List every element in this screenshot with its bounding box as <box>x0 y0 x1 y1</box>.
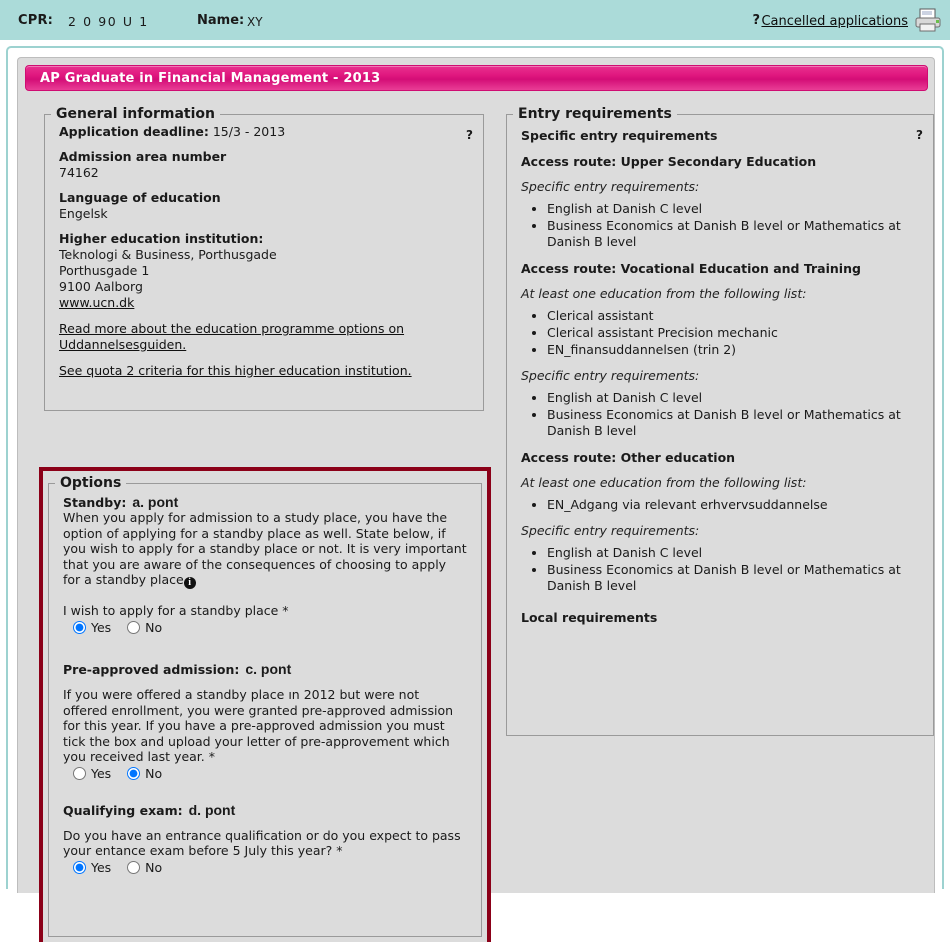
admission-area-label: Admission area number <box>59 149 227 164</box>
entry-requirements-heading: Specific entry requirements <box>521 128 718 143</box>
preapproved-heading: Pre-approved admission: <box>63 662 240 677</box>
requirement-list: Clerical assistant Clerical assistant Pr… <box>521 308 919 358</box>
standby-no-label[interactable]: No <box>145 620 162 635</box>
list-item: Business Economics at Danish B level or … <box>547 562 919 594</box>
preapproved-radio-group[interactable]: Yes No <box>73 766 467 781</box>
printer-icon[interactable] <box>914 8 944 34</box>
language-label: Language of education <box>59 190 221 205</box>
qualifying-no-label[interactable]: No <box>145 860 162 875</box>
preapproved-yes-radio[interactable] <box>73 766 86 780</box>
name-value: XY <box>247 15 263 29</box>
application-deadline-label: Application deadline: <box>59 124 209 139</box>
options-panel: Options Standby: a. pont When you apply f… <box>48 475 482 937</box>
standby-yes-label[interactable]: Yes <box>91 620 111 635</box>
preapproved-description: If you were offered a standby place ın 2… <box>63 687 454 764</box>
requirement-caption: Specific entry requirements: <box>521 523 700 538</box>
list-item: Business Economics at Danish B level or … <box>547 218 919 250</box>
qualifying-description: Do you have an entrance qualification or… <box>63 827 461 859</box>
local-requirements-heading: Local requirements <box>521 610 658 625</box>
qualifying-heading-row: Qualifying exam: d. pont <box>63 802 467 818</box>
requirement-list: EN_Adgang via relevant erhvervsuddannels… <box>521 497 919 513</box>
requirement-list: English at Danish C level Business Econo… <box>521 390 919 439</box>
admission-area-value: 74162 <box>59 165 99 180</box>
list-item: English at Danish C level <box>547 545 919 561</box>
programme-title-bar: AP Graduate in Financial Management - 20… <box>25 65 928 91</box>
requirement-caption: At least one education from the followin… <box>521 475 807 490</box>
help-icon-entry-requirements[interactable]: ? <box>916 128 923 142</box>
standby-heading-row: Standby: a. pont <box>63 494 467 510</box>
list-item: EN_Adgang via relevant erhvervsuddannels… <box>547 497 919 513</box>
institution-label: Higher education institution: <box>59 231 264 246</box>
list-item: English at Danish C level <box>547 390 919 406</box>
preapproved-no-radio[interactable] <box>127 766 141 780</box>
preapproved-annotation: c. pont <box>245 661 292 677</box>
qualifying-radio-group[interactable]: Yes No <box>73 860 467 875</box>
list-item: EN_finansuddannelsen (trin 2) <box>547 342 919 358</box>
general-information-panel: General information ? Application deadli… <box>44 106 484 411</box>
requirement-caption: At least one education from the followin… <box>521 286 807 301</box>
content-panel: AP Graduate in Financial Management - 20… <box>17 57 935 942</box>
options-highlight-border: Options Standby: a. pont When you apply f… <box>39 467 491 942</box>
institution-city: 9100 Aalborg <box>59 279 143 294</box>
requirement-list: English at Danish C level Business Econo… <box>521 545 919 594</box>
access-route-title: Access route: Upper Secondary Education <box>521 154 817 169</box>
standby-radio-group[interactable]: Yes No <box>73 620 467 635</box>
preapproved-no-label[interactable]: No <box>145 766 162 781</box>
entry-requirements-panel: Entry requirements ? Specific entry requ… <box>506 106 934 736</box>
standby-question: I wish to apply for a standby place * <box>63 603 289 618</box>
qualifying-annotation: d. pont <box>188 801 236 818</box>
cancelled-applications-link[interactable]: Cancelled applications <box>761 14 908 29</box>
list-item: English at Danish C level <box>547 201 919 217</box>
institution-street: Porthusgade 1 <box>59 263 150 278</box>
preapproved-heading-row: Pre-approved admission: c. pont <box>63 661 467 677</box>
read-more-link[interactable]: Read more about the education programme … <box>59 321 469 353</box>
standby-yes-radio[interactable] <box>73 621 86 634</box>
page-frame: AP Graduate in Financial Management - 20… <box>6 46 944 942</box>
help-icon-header[interactable]: ? <box>752 13 760 28</box>
application-deadline-value: 15/3 - 2013 <box>212 124 286 139</box>
top-header-bar: CPR: 2 0 90 U 1 Name: XY ? Cancelled app… <box>0 0 950 40</box>
qualifying-heading: Qualifying exam: <box>63 802 183 818</box>
list-item: Clerical assistant Precision mechanic <box>547 325 919 341</box>
institution-name: Teknologi & Business, Porthusgade <box>59 247 277 262</box>
cpr-value: 2 0 90 U 1 <box>68 14 149 29</box>
general-information-legend: General information <box>56 106 215 122</box>
list-item: Clerical assistant <box>547 308 919 324</box>
list-item: Business Economics at Danish B level or … <box>547 407 919 439</box>
qualifying-no-radio[interactable] <box>127 860 141 874</box>
qualifying-yes-radio[interactable] <box>73 860 86 874</box>
institution-website-link[interactable]: www.ucn.dk <box>59 295 134 311</box>
requirement-caption: Specific entry requirements: <box>521 368 700 383</box>
entry-requirements-legend: Entry requirements <box>518 106 672 122</box>
quota-criteria-link[interactable]: See quota 2 criteria for this higher edu… <box>59 363 412 379</box>
requirement-list: English at Danish C level Business Econo… <box>521 201 919 250</box>
standby-no-radio[interactable] <box>127 621 141 634</box>
standby-description: When you apply for admission to a study … <box>63 510 467 589</box>
help-icon-general-information[interactable]: ? <box>466 128 473 142</box>
name-label: Name: <box>197 13 245 28</box>
preapproved-yes-label[interactable]: Yes <box>91 766 111 781</box>
standby-heading: Standby: <box>63 495 127 510</box>
info-icon[interactable]: i <box>183 577 196 589</box>
qualifying-yes-label[interactable]: Yes <box>91 860 111 875</box>
standby-description-text: When you apply for admission to a study … <box>63 510 467 587</box>
options-legend: Options <box>60 475 122 491</box>
access-route-title: Access route: Other education <box>521 450 736 465</box>
page-title: AP Graduate in Financial Management - 20… <box>40 71 381 86</box>
standby-annotation: a. pont <box>132 494 179 510</box>
application-deadline-row: Application deadline: 15/3 - 2013 <box>59 124 469 139</box>
cpr-label: CPR: <box>18 13 54 28</box>
requirement-caption: Specific entry requirements: <box>521 179 700 194</box>
language-value: Engelsk <box>59 206 108 221</box>
access-route-title: Access route: Vocational Education and T… <box>521 261 861 276</box>
